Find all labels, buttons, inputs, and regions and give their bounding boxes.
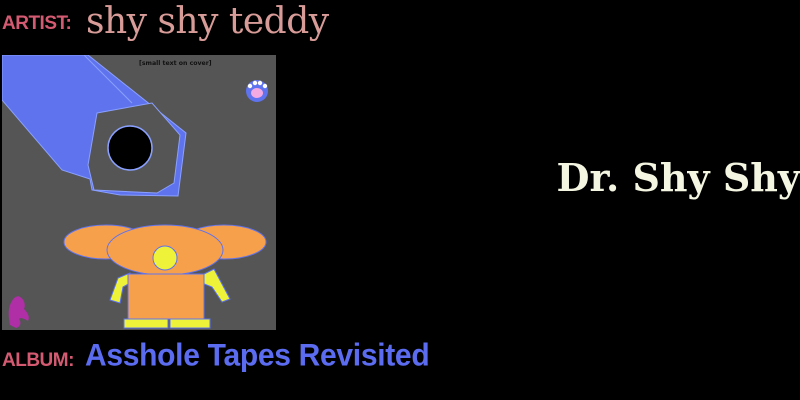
cover-right-foot (169, 318, 211, 329)
track-title: Dr. Shy Shy (556, 155, 800, 200)
artist-label: ARTIST: (2, 13, 72, 34)
cover-caption-line-1: [small text on cover] (139, 60, 212, 67)
cover-black-hole (107, 125, 153, 171)
cover-face (152, 245, 178, 271)
paw-print-icon (246, 80, 268, 102)
album-cover-art: [small text on cover] (2, 55, 276, 330)
album-name: Asshole Tapes Revisited (85, 338, 430, 373)
cover-body (127, 273, 205, 320)
artist-name: shy shy teddy (86, 1, 329, 42)
album-label: ALBUM: (2, 350, 74, 371)
cover-left-foot (123, 318, 169, 329)
album-cover: [small text on cover] (2, 55, 276, 330)
